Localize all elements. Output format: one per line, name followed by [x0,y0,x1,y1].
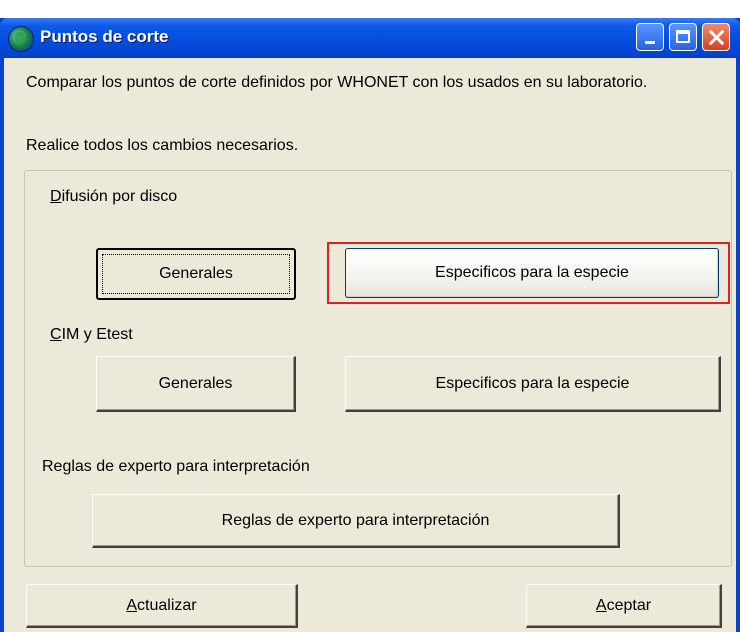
disk-species-button[interactable]: Especificos para la especie [345,248,719,298]
expert-rules-button[interactable]: Reglas de experto para interpretación [92,494,620,548]
maximize-button[interactable] [669,23,697,51]
window-title: Puntos de corte [40,27,169,46]
mic-etest-label: CIM y Etest [50,326,133,343]
disk-general-button[interactable]: Generales [96,248,296,300]
update-button[interactable]: Actualizar [26,584,298,628]
title-bar[interactable]: Puntos de corte [0,18,740,58]
instruction-text: Realice todos los cambios necesarios. [26,137,299,154]
description-text: Comparar los puntos de corte definidos p… [26,74,648,91]
mic-species-button[interactable]: Especificos para la especie [345,356,721,412]
globe-icon [8,26,34,52]
mic-general-button[interactable]: Generales [96,356,296,412]
close-button[interactable] [702,23,730,51]
dialog-window: Puntos de corte Comparar los puntos de c… [0,18,740,632]
accept-button[interactable]: Aceptar [526,584,722,628]
disk-diffusion-label: Difusión por disco [50,188,178,205]
minimize-button[interactable] [636,23,664,51]
expert-rules-label: Reglas de experto para interpretación [42,458,310,475]
dialog-client-area: Comparar los puntos de corte definidos p… [4,58,736,632]
